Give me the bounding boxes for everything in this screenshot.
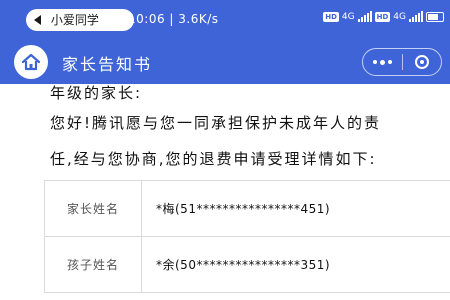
network-type: 4G bbox=[341, 11, 355, 22]
battery-icon bbox=[426, 11, 444, 22]
letter-body-line-2: 任,经与您协商,您的退费申请受理详情如下: bbox=[50, 150, 377, 168]
home-icon bbox=[21, 53, 41, 71]
nav-bar: 家长告知书 bbox=[0, 40, 450, 84]
close-button[interactable] bbox=[403, 49, 442, 75]
status-bar: 小爱同学 10:06 | 3.6K/s HD 4G HD 4G bbox=[0, 0, 450, 40]
back-to-app-button[interactable]: 小爱同学 bbox=[26, 9, 134, 31]
page-title: 家长告知书 bbox=[62, 55, 153, 74]
hd-badge-2: HD bbox=[374, 11, 391, 22]
mini-program-capsule bbox=[362, 48, 442, 76]
table-row: 家长姓名 *梅(51****************451) bbox=[44, 180, 450, 237]
status-time-speed: 10:06 | 3.6K/s bbox=[128, 12, 219, 26]
child-name-value: *余(50****************351) bbox=[141, 236, 450, 293]
table-row: 孩子姓名 *余(50****************351) bbox=[44, 236, 450, 293]
back-arrow-icon bbox=[34, 15, 41, 25]
home-button[interactable] bbox=[14, 45, 48, 79]
status-indicators: HD 4G HD 4G bbox=[323, 11, 444, 22]
network-type-2: 4G bbox=[393, 11, 406, 22]
hd-badge: HD bbox=[323, 11, 339, 22]
parent-name-value: *梅(51****************451) bbox=[141, 180, 450, 237]
child-name-label: 孩子姓名 bbox=[44, 236, 142, 293]
more-dots-icon bbox=[372, 59, 392, 65]
status-separator: | bbox=[169, 12, 179, 26]
letter-content: 年级的家长: 您好!腾讯愿与您一同承担保护未成年人的责 任,经与您协商,您的退费… bbox=[0, 84, 450, 300]
letter-greeting-line: 年级的家长: bbox=[50, 84, 143, 102]
network-speed: 3.6K/s bbox=[178, 12, 219, 26]
signal-icon-2 bbox=[409, 11, 423, 22]
signal-icon bbox=[357, 11, 372, 22]
screen: 小爱同学 10:06 | 3.6K/s HD 4G HD 4G 家长告知书 年级… bbox=[0, 0, 450, 300]
more-button[interactable] bbox=[363, 49, 402, 75]
letter-body-line-1: 您好!腾讯愿与您一同承担保护未成年人的责 bbox=[50, 114, 382, 132]
refund-info-table: 家长姓名 *梅(51****************451) 孩子姓名 *余(5… bbox=[44, 180, 450, 293]
close-circle-icon bbox=[414, 55, 429, 69]
back-app-label: 小爱同学 bbox=[50, 13, 99, 27]
parent-name-label: 家长姓名 bbox=[44, 180, 142, 237]
status-time: 10:06 bbox=[128, 12, 166, 26]
